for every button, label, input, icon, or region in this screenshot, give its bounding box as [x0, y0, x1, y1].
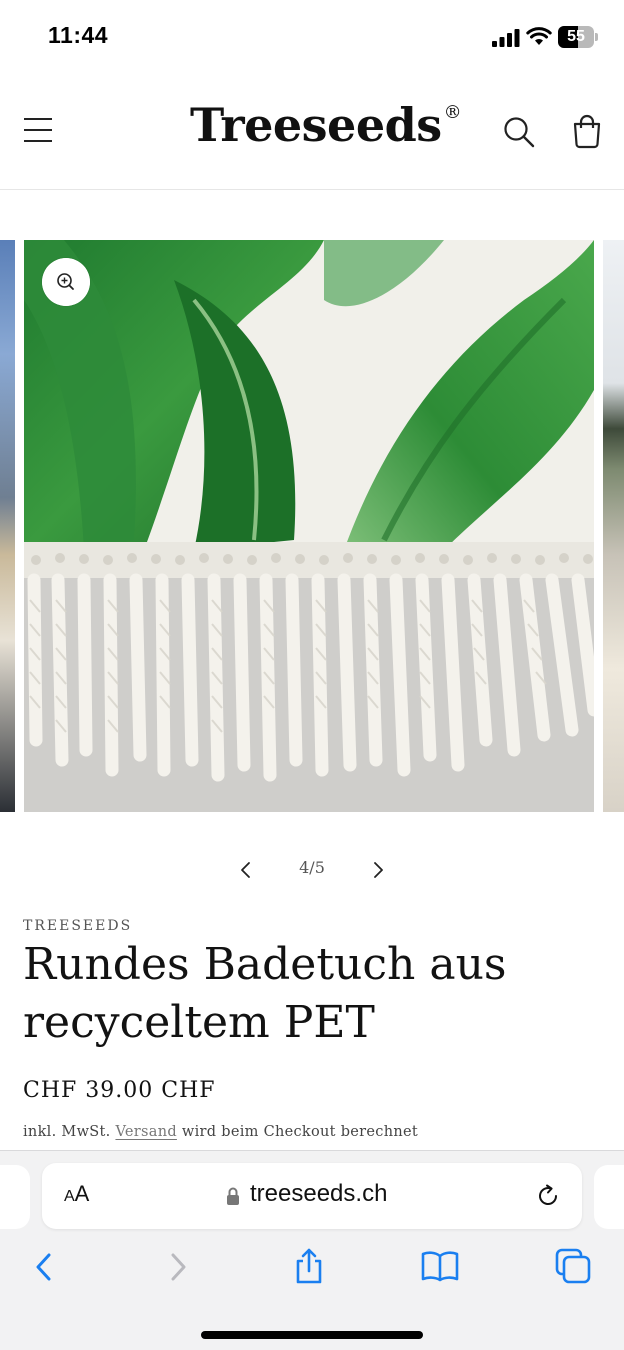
browser-bar: AA treeseeds.ch [0, 1150, 624, 1350]
battery-level: 55 [567, 28, 585, 45]
signal-icon [492, 29, 520, 47]
tax-note: inkl. MwSt. Versand wird beim Checkout b… [23, 1124, 418, 1140]
cart-icon[interactable] [568, 112, 606, 150]
zoom-icon[interactable] [42, 258, 90, 306]
slider-controls: 4/5 [0, 848, 624, 892]
status-bar: 11:44 55 [0, 0, 624, 76]
gallery-slide-next[interactable] [603, 240, 624, 812]
gallery-slide-current[interactable] [24, 240, 594, 812]
battery-icon: 55 [558, 26, 598, 48]
back-icon[interactable] [30, 1249, 58, 1285]
towel-image [24, 240, 594, 812]
previous-tab-preview[interactable] [0, 1165, 30, 1229]
product-title: Rundes Badetuch aus recyceltem PET [23, 939, 507, 1048]
address-bar[interactable]: AA treeseeds.ch [42, 1163, 582, 1229]
bookmarks-icon[interactable] [420, 1249, 460, 1283]
search-icon[interactable] [501, 114, 537, 150]
text-size-big: A [74, 1181, 90, 1206]
brand-name: Treeseeds [190, 98, 442, 152]
registered-mark: ® [443, 102, 462, 123]
hamburger-menu-icon[interactable] [20, 112, 56, 148]
chevron-right-icon[interactable] [364, 856, 392, 884]
chevron-left-icon[interactable] [232, 856, 260, 884]
slider-counter: 4/5 [299, 858, 325, 877]
forward-icon[interactable] [164, 1249, 192, 1285]
lock-icon [227, 1187, 239, 1205]
url-text[interactable]: treeseeds.ch [250, 1180, 387, 1208]
text-size-small: A [64, 1188, 75, 1205]
product-gallery[interactable] [0, 240, 624, 812]
status-time: 11:44 [48, 22, 109, 48]
wifi-icon [526, 27, 552, 45]
reload-icon[interactable] [534, 1182, 562, 1210]
next-tab-preview[interactable] [594, 1165, 624, 1229]
product-vendor: TREESEEDS [23, 918, 133, 934]
home-indicator[interactable] [201, 1331, 423, 1339]
gallery-slide-previous[interactable] [0, 240, 15, 812]
tax-prefix: inkl. MwSt. [23, 1124, 111, 1140]
tax-suffix: wird beim Checkout berechnet [181, 1124, 418, 1140]
browser-toolbar [0, 1247, 624, 1291]
text-size-button[interactable]: AA [64, 1181, 89, 1207]
site-header: Treeseeds ® [0, 76, 624, 190]
shipping-link[interactable]: Versand [115, 1124, 176, 1140]
brand-logo[interactable]: Treeseeds ® [190, 98, 462, 152]
share-icon[interactable] [292, 1247, 326, 1285]
product-price: CHF 39.00 CHF [23, 1078, 216, 1103]
tabs-icon[interactable] [554, 1247, 592, 1285]
